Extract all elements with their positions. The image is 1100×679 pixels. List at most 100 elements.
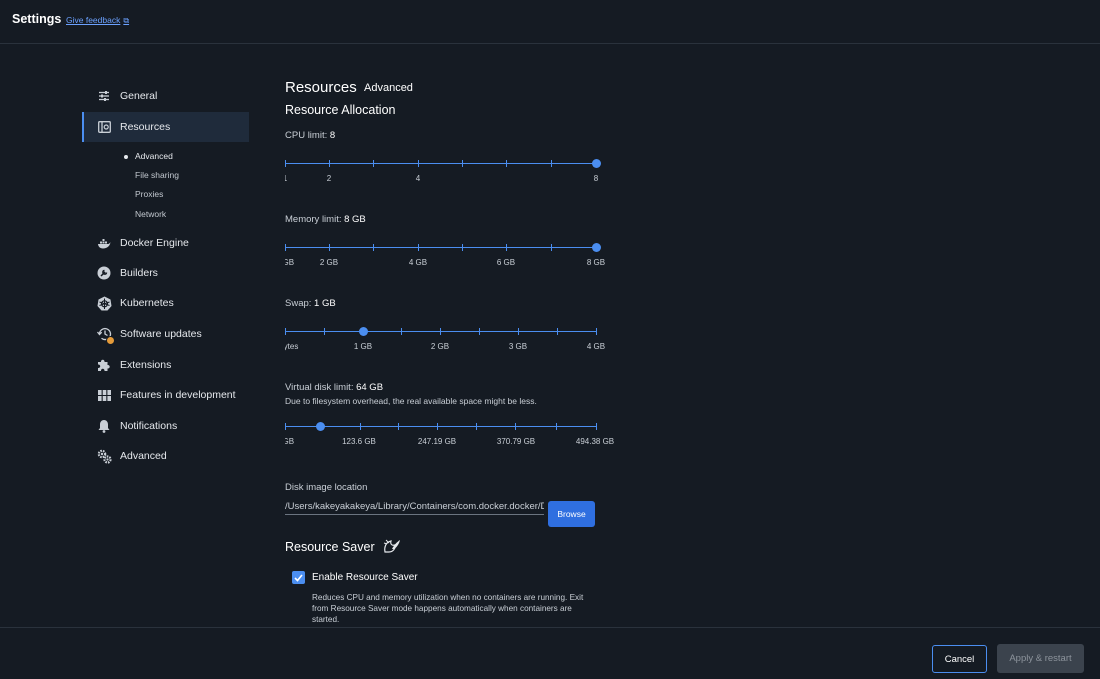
sidebar-item-label: Resources — [120, 121, 171, 133]
slider-tick — [515, 423, 516, 430]
sidebar-item-label: Docker Engine — [120, 237, 189, 249]
slider-tick — [285, 244, 286, 251]
slider-tick — [373, 160, 374, 167]
checkmark-icon — [294, 573, 303, 582]
disk-location-field[interactable]: /Users/kakeyakakeya/Library/Containers/c… — [285, 501, 544, 515]
slider-tick — [462, 244, 463, 251]
resource-saver-icon — [383, 538, 401, 554]
slider-tick — [476, 423, 477, 430]
tick-label: 3 GB — [508, 342, 528, 351]
slider-tick — [551, 244, 552, 251]
wrench-icon — [96, 265, 112, 281]
tick-label: 1 GB — [285, 258, 295, 267]
disk-location-label: Disk image location — [285, 482, 368, 493]
slider-track — [285, 426, 596, 427]
give-feedback-link[interactable]: Give feedback ⧉ — [66, 15, 129, 26]
slider-tick — [596, 423, 597, 430]
slider-tick — [506, 160, 507, 167]
page-subtitle: Advanced — [364, 82, 413, 94]
slider-tick — [373, 244, 374, 251]
slider-tick — [462, 160, 463, 167]
sidebar-item-label: Kubernetes — [120, 297, 174, 309]
tick-label: 2 GB — [319, 258, 339, 267]
slider-track — [285, 247, 596, 248]
sub-item-label: Advanced — [135, 151, 173, 161]
cpu-slider-thumb[interactable] — [592, 159, 601, 168]
slider-tick — [506, 244, 507, 251]
sidebar-item-label: Software updates — [120, 328, 202, 340]
resource-saver-title: Resource Saver — [285, 540, 375, 554]
sidebar-item-general[interactable]: General — [82, 81, 249, 111]
slider-tick — [596, 328, 597, 335]
memory-limit-slider[interactable]: 1 GB 2 GB 4 GB 6 GB 8 GB — [285, 236, 625, 267]
slider-tick — [479, 328, 480, 335]
sidebar-item-extensions[interactable]: Extensions — [82, 350, 249, 380]
slider-tick — [398, 423, 399, 430]
top-bar: Settings Give feedback ⧉ — [0, 0, 1100, 44]
slider-tick — [440, 328, 441, 335]
slider-tick — [329, 244, 330, 251]
sub-item-advanced[interactable]: Advanced — [124, 151, 173, 161]
slider-tick — [324, 328, 325, 335]
sidebar-item-software-updates[interactable]: Software updates — [82, 319, 249, 349]
sidebar-item-label: Features in development — [120, 389, 236, 401]
slider-tick — [285, 160, 286, 167]
puzzle-icon — [96, 357, 112, 373]
sidebar-item-resources[interactable]: Resources — [82, 112, 249, 142]
sub-item-proxies[interactable]: Proxies — [135, 189, 163, 199]
swap-label: Swap: 1 GB — [285, 298, 336, 309]
disk-limit-value: 64 GB — [356, 382, 384, 393]
resources-panel: Resources Advanced Resource Allocation C… — [285, 76, 625, 624]
footer-bar: Cancel Apply & restart — [0, 627, 1100, 679]
tick-label: 2 GB — [430, 342, 450, 351]
sidebar-item-label: Extensions — [120, 359, 172, 371]
tick-label: 8 GB — [285, 437, 295, 446]
sidebar-item-advanced[interactable]: Advanced — [82, 441, 249, 471]
swap-slider[interactable]: 0 Bytes 1 GB 2 GB 3 GB 4 GB — [285, 320, 625, 351]
sidebar-item-label: General — [120, 90, 158, 102]
slider-tick — [551, 160, 552, 167]
enable-resource-saver-checkbox[interactable] — [292, 571, 305, 584]
feedback-icon: ⧉ — [123, 16, 130, 25]
gears-icon — [96, 448, 112, 464]
resource-saver-description: Reduces CPU and memory utilization when … — [312, 593, 584, 624]
cancel-button[interactable]: Cancel — [932, 645, 987, 673]
slider-tick — [329, 160, 330, 167]
cpu-limit-slider[interactable]: 1 2 4 8 — [285, 152, 625, 183]
app-title: Settings — [12, 12, 62, 26]
disk-limit-label: Virtual disk limit: 64 GB — [285, 382, 383, 393]
slider-tick — [285, 328, 286, 335]
disk-slider-thumb[interactable] — [316, 422, 325, 431]
tick-label: 4 GB — [586, 342, 606, 351]
bell-icon — [96, 418, 112, 434]
tick-label: 2 — [326, 174, 332, 183]
tick-label: 8 — [593, 174, 599, 183]
apply-restart-button[interactable]: Apply & restart — [997, 644, 1084, 673]
slider-tick — [557, 328, 558, 335]
enable-resource-saver-label: Enable Resource Saver — [312, 572, 418, 583]
slider-tick — [401, 328, 402, 335]
slider-track — [285, 163, 596, 164]
slider-tick — [360, 423, 361, 430]
update-badge — [106, 336, 115, 345]
sidebar-item-label: Notifications — [120, 420, 178, 432]
cpu-limit-value: 8 — [329, 130, 336, 141]
disk-limit-slider[interactable]: 8 GB 123.6 GB 247.19 GB 370.79 GB 494.38… — [285, 415, 625, 446]
memory-slider-thumb[interactable] — [592, 243, 601, 252]
page-title: Resources — [285, 79, 357, 96]
tick-label: 370.79 GB — [496, 437, 536, 446]
sub-item-file-sharing[interactable]: File sharing — [135, 170, 179, 180]
slider-tick — [556, 423, 557, 430]
tick-label: 1 — [285, 174, 287, 183]
sidebar-item-kubernetes[interactable]: Kubernetes — [82, 288, 249, 318]
browse-button[interactable]: Browse — [548, 501, 595, 527]
swap-slider-thumb[interactable] — [359, 327, 368, 336]
sidebar-item-notifications[interactable]: Notifications — [82, 411, 249, 441]
sidebar-item-builders[interactable]: Builders — [82, 258, 249, 288]
sidebar-item-features-in-development[interactable]: Features in development — [82, 380, 249, 410]
sub-item-network[interactable]: Network — [135, 209, 166, 219]
tick-label: 8 GB — [586, 258, 606, 267]
sidebar-item-docker-engine[interactable]: Docker Engine — [82, 228, 249, 258]
tick-label: 247.19 GB — [417, 437, 457, 446]
tick-label: 0 Bytes — [285, 342, 299, 351]
